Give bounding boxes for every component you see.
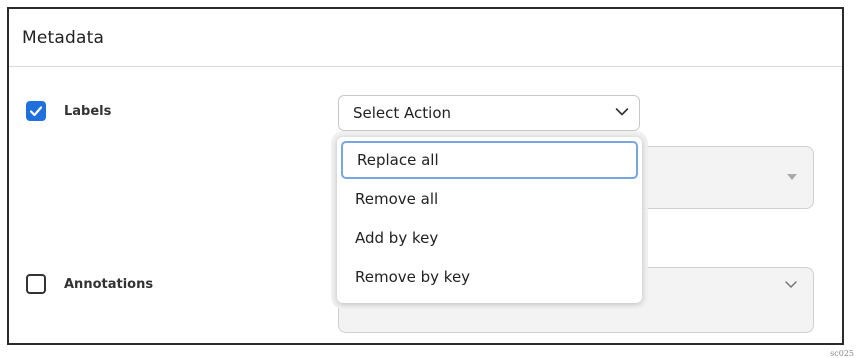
corner-note: sc025 bbox=[830, 349, 854, 358]
annotations-label: Annotations bbox=[64, 276, 154, 292]
labels-checkbox[interactable] bbox=[26, 101, 46, 121]
chevron-down-icon bbox=[615, 108, 629, 116]
panel-header: Metadata bbox=[9, 9, 842, 67]
select-action-dropdown[interactable]: Select Action bbox=[338, 95, 640, 131]
annotations-checkbox[interactable] bbox=[26, 274, 46, 294]
checkmark-icon bbox=[29, 106, 43, 117]
select-action-text: Select Action bbox=[353, 104, 452, 122]
metadata-panel: Metadata Labels Annotations Select Actio… bbox=[7, 7, 844, 345]
labels-label: Labels bbox=[64, 103, 112, 119]
option-remove-by-key[interactable]: Remove by key bbox=[341, 258, 638, 296]
option-remove-all[interactable]: Remove all bbox=[341, 180, 638, 218]
chevron-down-icon bbox=[785, 281, 797, 289]
caret-down-icon bbox=[787, 174, 797, 180]
annotations-row: Annotations bbox=[26, 274, 153, 294]
panel-title: Metadata bbox=[22, 27, 105, 48]
option-replace-all[interactable]: Replace all bbox=[341, 141, 638, 179]
option-add-by-key[interactable]: Add by key bbox=[341, 219, 638, 257]
action-dropdown-menu: Replace all Remove all Add by key Remove… bbox=[337, 137, 642, 303]
labels-row: Labels bbox=[26, 101, 111, 121]
